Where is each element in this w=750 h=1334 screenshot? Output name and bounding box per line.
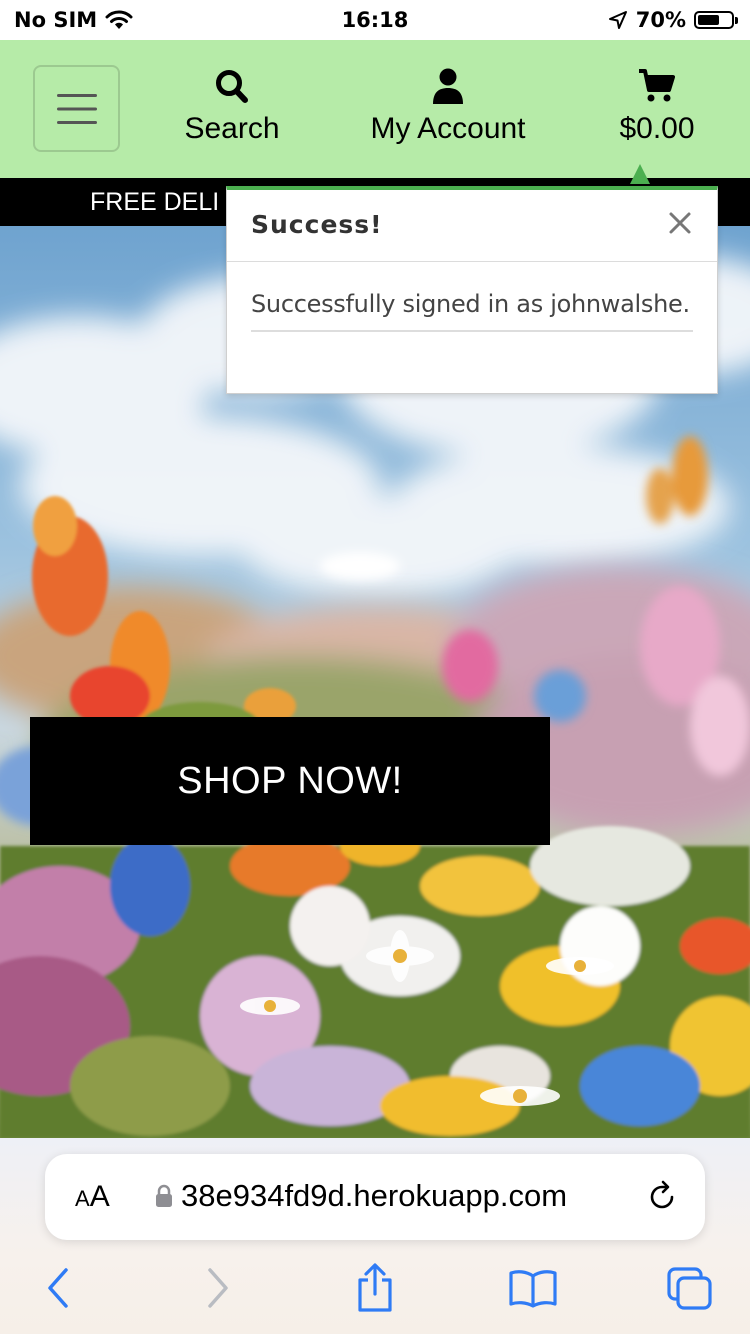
site-header: Search My Account $0.00 bbox=[0, 40, 750, 178]
reload-icon[interactable] bbox=[645, 1180, 679, 1214]
menu-toggle-button[interactable] bbox=[33, 65, 120, 152]
toast-arrow bbox=[630, 164, 650, 184]
success-toast: Success! Successfully signed in as johnw… bbox=[226, 186, 718, 394]
forward-arrow-icon[interactable] bbox=[204, 1266, 232, 1310]
address-bar[interactable]: AA 38e934fd9d.herokuapp.com bbox=[45, 1154, 705, 1240]
toast-close-button[interactable] bbox=[665, 208, 695, 238]
nav-search-label: Search bbox=[184, 112, 280, 145]
nav-cart-link[interactable]: $0.00 bbox=[612, 68, 702, 146]
battery-icon bbox=[694, 11, 738, 29]
nav-account-label: My Account bbox=[370, 112, 526, 145]
toast-message: Successfully signed in as johnwalshe. bbox=[251, 290, 693, 332]
url-text: 38e934fd9d.herokuapp.com bbox=[181, 1178, 568, 1213]
user-icon bbox=[433, 68, 463, 104]
location-arrow-icon bbox=[608, 11, 627, 29]
share-icon[interactable] bbox=[354, 1262, 396, 1314]
browser-chrome: AA 38e934fd9d.herokuapp.com bbox=[0, 1138, 750, 1334]
battery-percent: 70% bbox=[635, 8, 686, 32]
cart-icon bbox=[639, 69, 675, 102]
nav-search-link[interactable]: Search bbox=[180, 68, 284, 146]
toast-title: Success! bbox=[251, 210, 383, 239]
toast-header: Success! bbox=[227, 190, 717, 262]
nav-account-link[interactable]: My Account bbox=[360, 68, 536, 146]
promo-banner-text: FREE DELI bbox=[90, 188, 220, 216]
toast-body: Successfully signed in as johnwalshe. bbox=[227, 262, 717, 332]
status-right: 70% bbox=[608, 8, 738, 32]
search-icon bbox=[216, 70, 248, 103]
lock-icon bbox=[156, 1184, 172, 1207]
close-icon bbox=[669, 212, 691, 234]
status-bar: No SIM 16:18 70% bbox=[0, 0, 750, 40]
back-arrow-icon[interactable] bbox=[44, 1266, 72, 1310]
shop-now-button[interactable]: SHOP NOW! bbox=[30, 717, 550, 845]
bookmarks-icon[interactable] bbox=[508, 1268, 558, 1308]
tabs-icon[interactable] bbox=[666, 1266, 714, 1312]
hamburger-icon bbox=[56, 93, 97, 124]
cart-total: $0.00 bbox=[619, 112, 695, 145]
battery-level bbox=[698, 15, 720, 25]
text-size-button[interactable]: AA bbox=[75, 1180, 110, 1214]
